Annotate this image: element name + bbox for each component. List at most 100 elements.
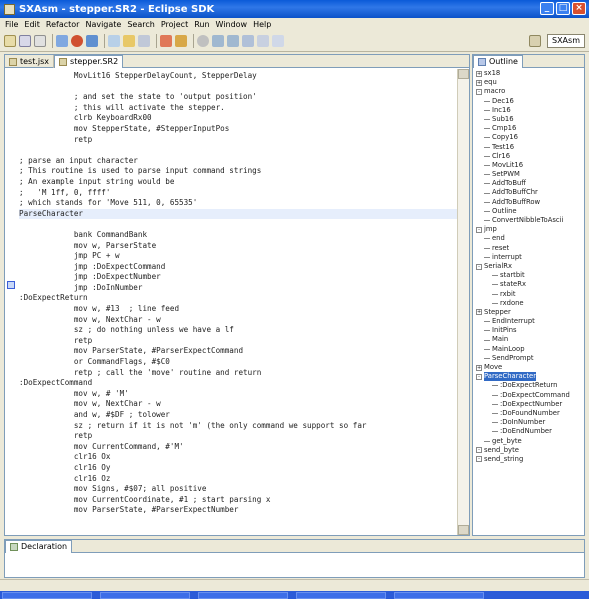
code-line[interactable]: mov CurrentCommand, #'M': [19, 442, 457, 453]
toggle-icon[interactable]: [197, 34, 209, 47]
debug-icon[interactable]: [71, 34, 83, 47]
outline-node[interactable]: + equ: [473, 78, 584, 87]
outline-node[interactable]: Inc16: [473, 106, 584, 115]
collapse-icon[interactable]: -: [476, 263, 482, 270]
taskbar-item[interactable]: [296, 592, 386, 599]
code-line[interactable]: [19, 219, 457, 230]
collapse-icon[interactable]: -: [476, 88, 482, 95]
next-annotation-icon[interactable]: [212, 34, 224, 47]
code-line[interactable]: mov w, #13 ; line feed: [19, 304, 457, 315]
code-line[interactable]: mov CurrentCoordinate, #1 ; start parsin…: [19, 495, 457, 506]
save-icon[interactable]: [19, 34, 31, 47]
outline-node[interactable]: stateRx: [473, 280, 584, 289]
outline-node[interactable]: - macro: [473, 87, 584, 96]
outline-node[interactable]: - send_string: [473, 455, 584, 464]
code-line[interactable]: sz ; return if it is not 'm' (the only c…: [19, 421, 457, 432]
minimize-button[interactable]: _: [540, 2, 554, 15]
code-line[interactable]: jmp PC + w: [19, 251, 457, 262]
code-line[interactable]: retp: [19, 336, 457, 347]
code-line[interactable]: mov w, # 'M': [19, 389, 457, 400]
editor-tab[interactable]: test.jsx: [5, 55, 55, 68]
taskbar-item[interactable]: [198, 592, 288, 599]
outline-node[interactable]: :DoExpectNumber: [473, 400, 584, 409]
menu-item[interactable]: Project: [158, 20, 191, 29]
outline-node[interactable]: - ParseCharacter: [473, 372, 584, 382]
menu-item[interactable]: Navigate: [82, 20, 124, 29]
outline-node[interactable]: Cmp16: [473, 124, 584, 133]
code-line[interactable]: jmp :DoExpectCommand: [19, 262, 457, 273]
outline-tree[interactable]: + sx18 + equ - macro Dec16 Inc16 Sub16 Cmp16 Copy1…: [473, 69, 584, 535]
scroll-down-arrow[interactable]: [458, 525, 469, 535]
code-editor[interactable]: MovLit16 StepperDelayCount, StepperDelay…: [5, 69, 457, 535]
perspective-button[interactable]: SXAsm: [547, 34, 585, 48]
code-line[interactable]: [19, 82, 457, 93]
outline-node[interactable]: + Move: [473, 363, 584, 372]
code-line[interactable]: bank CommandBank: [19, 230, 457, 241]
outline-node[interactable]: ConvertNibbleToAscii: [473, 216, 584, 225]
outline-node[interactable]: - send_byte: [473, 446, 584, 455]
outline-node[interactable]: - SerialRx: [473, 262, 584, 271]
code-line[interactable]: retp: [19, 135, 457, 146]
code-line[interactable]: mov Signs, #$07; all positive: [19, 484, 457, 495]
bookmark-marker-icon[interactable]: [7, 281, 15, 289]
outline-node[interactable]: rxdone: [473, 299, 584, 308]
outline-node[interactable]: Clr16: [473, 152, 584, 161]
menu-item[interactable]: Edit: [21, 20, 43, 29]
outline-node[interactable]: Main: [473, 335, 584, 344]
outline-node[interactable]: interrupt: [473, 253, 584, 262]
code-line[interactable]: ; and set the state to 'output position': [19, 92, 457, 103]
outline-node[interactable]: AddToBuffRow: [473, 198, 584, 207]
code-line[interactable]: mov w, ParserState: [19, 241, 457, 252]
code-line[interactable]: ; 'M 1ff, 0, ffff': [19, 188, 457, 199]
menu-item[interactable]: File: [2, 20, 21, 29]
open-perspective-icon[interactable]: [529, 35, 541, 47]
outline-node[interactable]: - jmp: [473, 225, 584, 234]
code-line[interactable]: ; This routine is used to parse input co…: [19, 166, 457, 177]
code-line[interactable]: mov ParserState, #ParserExpectNumber: [19, 505, 457, 516]
tab-declaration[interactable]: Declaration: [5, 540, 73, 553]
code-line[interactable]: :DoExpectReturn: [19, 293, 457, 304]
outline-node[interactable]: startbit: [473, 271, 584, 280]
outline-node[interactable]: :DoInNumber: [473, 418, 584, 427]
code-line[interactable]: jmp :DoExpectNumber: [19, 272, 457, 283]
last-edit-icon[interactable]: [242, 34, 254, 47]
maximize-button[interactable]: □: [556, 2, 570, 15]
code-line[interactable]: MovLit16 StepperDelayCount, StepperDelay: [19, 71, 457, 82]
open-type-icon[interactable]: [108, 34, 120, 47]
code-line[interactable]: sz ; do nothing unless we have a lf: [19, 325, 457, 336]
code-line[interactable]: retp: [19, 431, 457, 442]
run-icon[interactable]: [56, 34, 68, 47]
code-line[interactable]: and w, #$DF ; tolower: [19, 410, 457, 421]
collapse-icon[interactable]: -: [476, 226, 482, 233]
code-line[interactable]: ; An example input string would be: [19, 177, 457, 188]
code-line[interactable]: ; this will activate the stepper.: [19, 103, 457, 114]
outline-node[interactable]: :DoEndNumber: [473, 427, 584, 436]
code-line[interactable]: mov w, NextChar - w: [19, 315, 457, 326]
outline-node[interactable]: InitPins: [473, 326, 584, 335]
outline-node[interactable]: EndInterrupt: [473, 317, 584, 326]
collapse-icon[interactable]: -: [476, 373, 482, 380]
menu-item[interactable]: Help: [250, 20, 274, 29]
expand-icon[interactable]: +: [476, 79, 482, 86]
expand-icon[interactable]: +: [476, 70, 482, 77]
outline-node[interactable]: end: [473, 234, 584, 243]
code-line[interactable]: or CommandFlags, #$C0: [19, 357, 457, 368]
code-line[interactable]: clr16 Oy: [19, 463, 457, 474]
editor-vertical-scrollbar[interactable]: [457, 69, 469, 535]
outline-node[interactable]: + sx18: [473, 69, 584, 78]
menu-item[interactable]: Refactor: [43, 20, 83, 29]
taskbar-item[interactable]: [2, 592, 92, 599]
code-line[interactable]: mov StepperState, #StepperInputPos: [19, 124, 457, 135]
taskbar-item[interactable]: [394, 592, 484, 599]
forward-icon[interactable]: [272, 34, 284, 47]
close-button[interactable]: ×: [572, 2, 586, 15]
open-resource-icon[interactable]: [138, 34, 150, 47]
prev-annotation-icon[interactable]: [227, 34, 239, 47]
code-line[interactable]: retp ; call the 'move' routine and retur…: [19, 368, 457, 379]
menu-item[interactable]: Search: [124, 20, 157, 29]
search-icon[interactable]: [123, 34, 135, 47]
taskbar-item[interactable]: [100, 592, 190, 599]
code-line[interactable]: mov w, NextChar - w: [19, 399, 457, 410]
annotation-icon[interactable]: [175, 34, 187, 47]
code-line[interactable]: clr16 Oz: [19, 474, 457, 485]
